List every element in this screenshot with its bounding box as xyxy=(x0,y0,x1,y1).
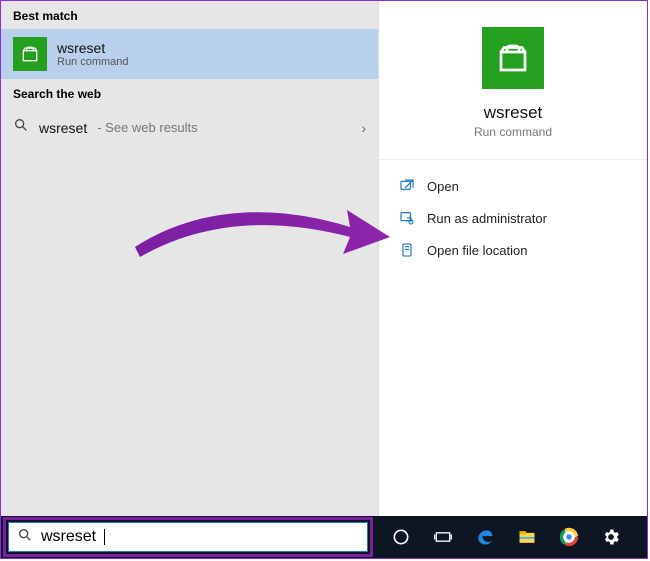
action-list: Open Run as administrator Open file loca… xyxy=(379,160,647,276)
web-hint: - See web results xyxy=(97,120,197,135)
open-location-label: Open file location xyxy=(427,243,527,258)
store-icon xyxy=(13,37,47,71)
open-icon xyxy=(399,178,415,194)
run-admin-action[interactable]: Run as administrator xyxy=(393,202,633,234)
search-input-value: wsreset xyxy=(41,528,96,546)
best-match-header: Best match xyxy=(1,1,378,29)
best-match-text: wsreset Run command xyxy=(57,40,129,68)
text-caret xyxy=(104,529,105,545)
web-result[interactable]: wsreset - See web results › xyxy=(1,107,378,148)
store-icon xyxy=(482,27,544,89)
admin-icon xyxy=(399,210,415,226)
chrome-icon[interactable] xyxy=(555,523,583,551)
best-match-title: wsreset xyxy=(57,40,129,56)
taskbar: wsreset xyxy=(1,516,647,558)
details-pane: wsreset Run command Open Run as administ… xyxy=(379,1,647,516)
start-search-window: Best match wsreset Run command Search th… xyxy=(0,0,648,559)
details-title: wsreset xyxy=(484,103,543,123)
content-panes: Best match wsreset Run command Search th… xyxy=(1,1,647,516)
open-location-action[interactable]: Open file location xyxy=(393,234,633,266)
search-highlight: wsreset xyxy=(3,517,373,557)
chevron-right-icon: › xyxy=(361,120,366,136)
open-label: Open xyxy=(427,179,459,194)
edge-icon[interactable] xyxy=(471,523,499,551)
search-icon xyxy=(13,117,29,138)
search-icon xyxy=(17,527,33,548)
best-match-result[interactable]: wsreset Run command xyxy=(1,29,378,79)
web-query: wsreset xyxy=(39,120,87,136)
details-subtitle: Run command xyxy=(474,125,552,139)
folder-icon xyxy=(399,242,415,258)
file-explorer-icon[interactable] xyxy=(513,523,541,551)
details-hero: wsreset Run command xyxy=(379,1,647,160)
open-action[interactable]: Open xyxy=(393,170,633,202)
cortana-icon[interactable] xyxy=(387,523,415,551)
run-admin-label: Run as administrator xyxy=(427,211,547,226)
best-match-subtitle: Run command xyxy=(57,56,129,68)
results-pane: Best match wsreset Run command Search th… xyxy=(1,1,379,516)
taskbar-icons xyxy=(387,523,625,551)
taskbar-search[interactable]: wsreset xyxy=(8,522,368,552)
settings-icon[interactable] xyxy=(597,523,625,551)
task-view-icon[interactable] xyxy=(429,523,457,551)
search-web-header: Search the web xyxy=(1,79,378,107)
